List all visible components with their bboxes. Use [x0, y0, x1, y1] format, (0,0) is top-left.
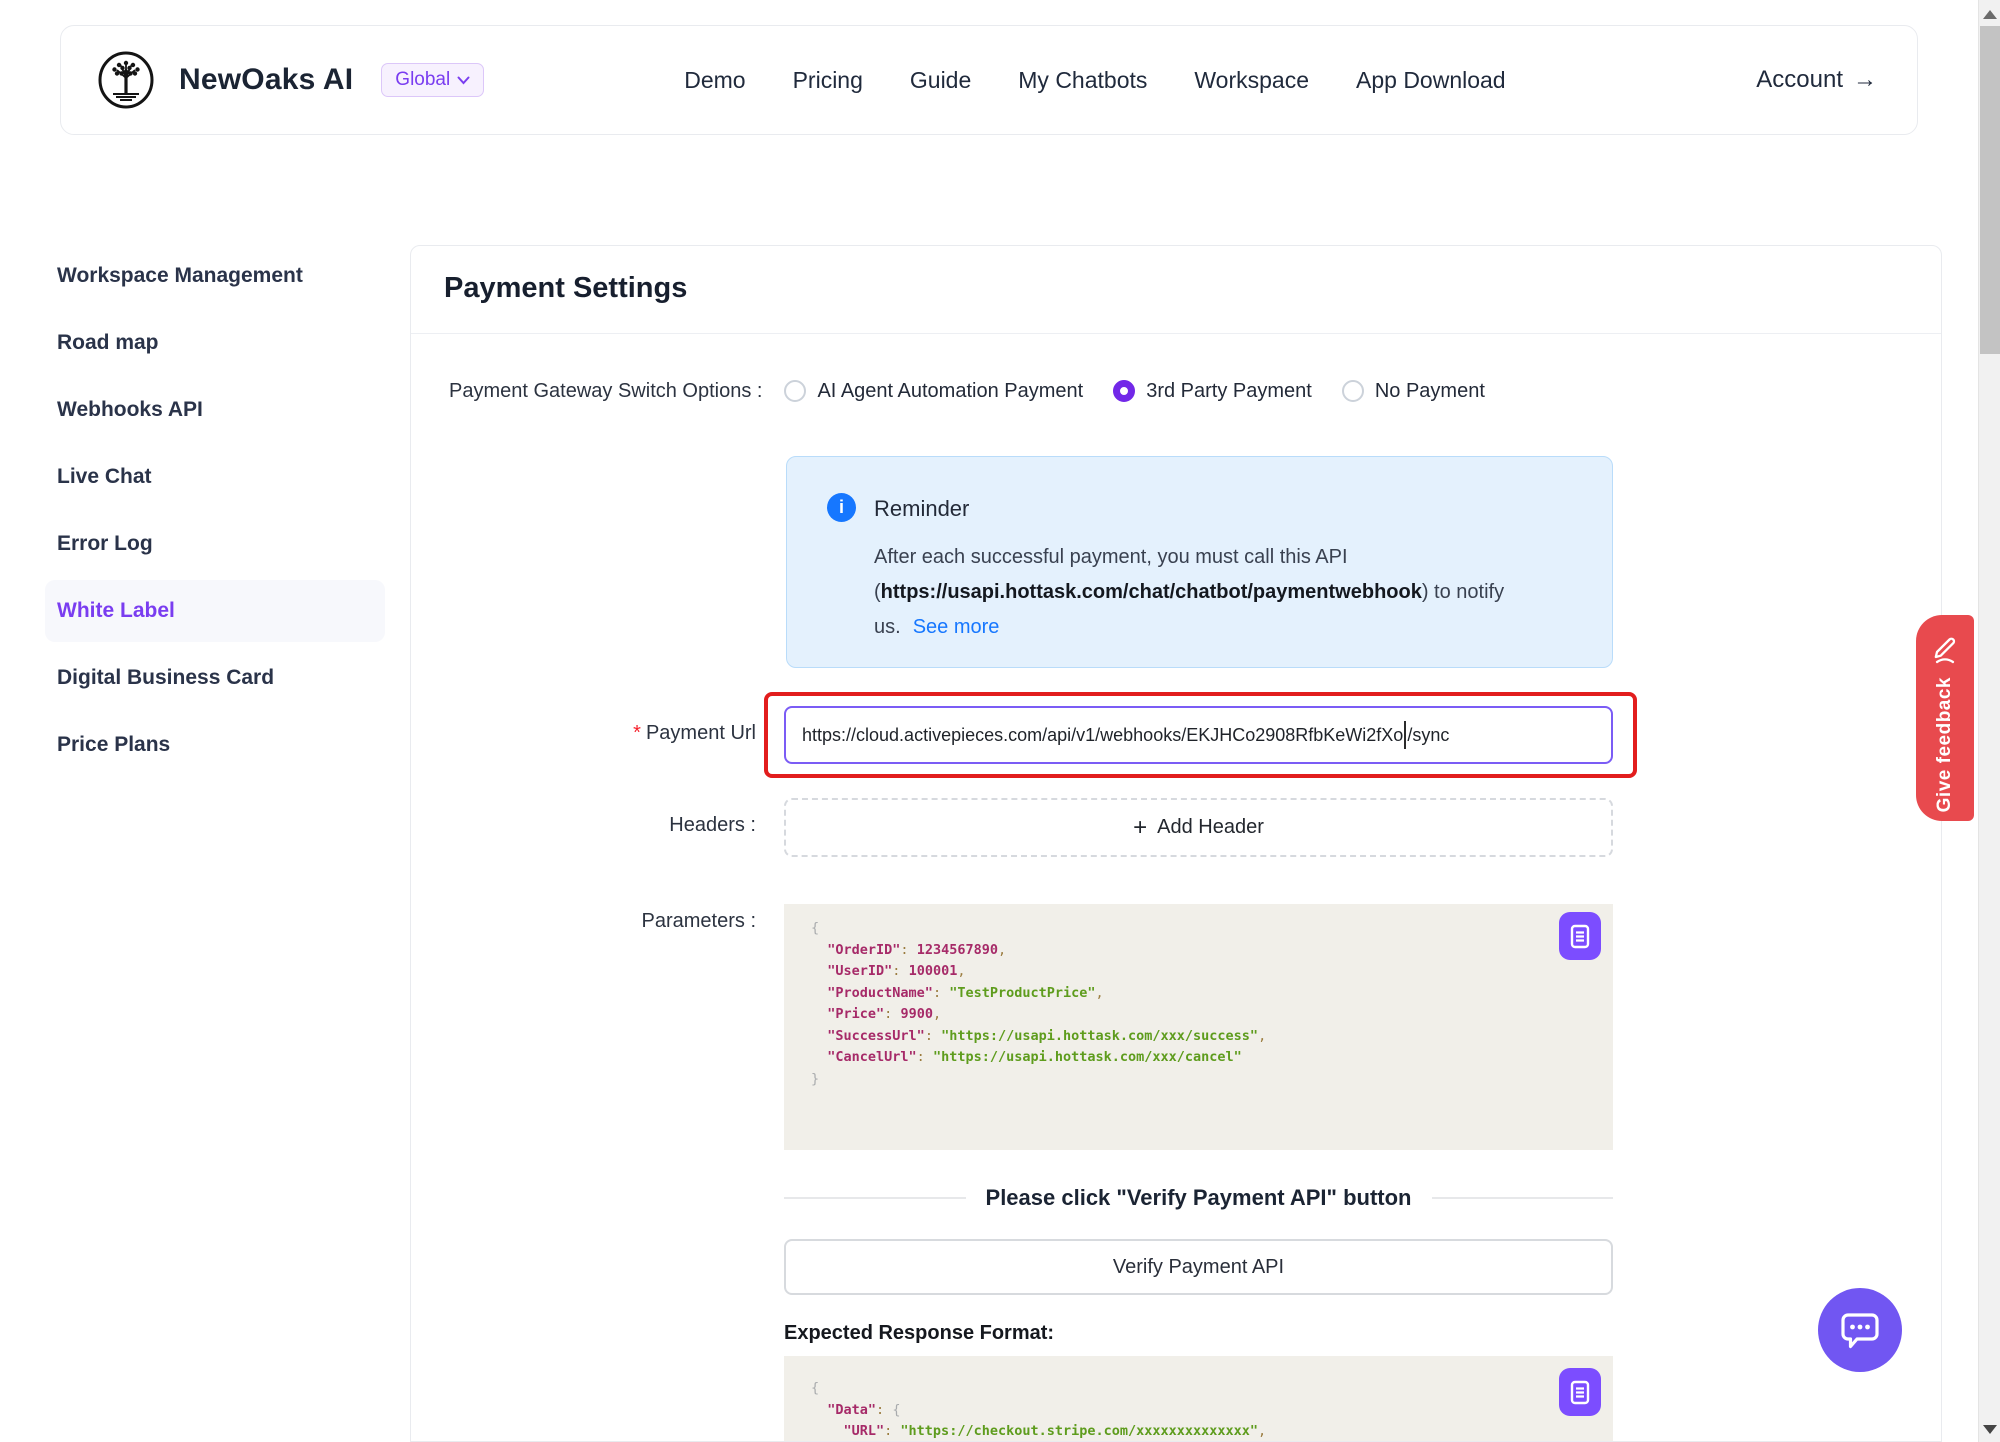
nav-pricing[interactable]: Pricing [793, 67, 863, 94]
verify-instruction: Please click "Verify Payment API" button [986, 1185, 1412, 1211]
brand-name: NewOaks AI [179, 63, 353, 97]
verify-instruction-divider: Please click "Verify Payment API" button [784, 1176, 1613, 1220]
chevron-down-icon [457, 76, 470, 85]
copy-button[interactable] [1559, 912, 1601, 960]
pencil-icon [1930, 631, 1960, 665]
expected-response-json: { "Data": { "URL": "https://checkout.str… [811, 1378, 1613, 1442]
headers-label: Headers : [411, 814, 756, 837]
nav-my-chatbots[interactable]: My Chatbots [1018, 67, 1147, 94]
parameters-json: { "OrderID": 1234567890, "UserID": 10000… [811, 918, 1613, 1090]
sidebar-item-digital-business-card[interactable]: Digital Business Card [45, 647, 385, 709]
payment-url-label: *Payment Url [411, 722, 756, 745]
sidebar-item-webhooks-api[interactable]: Webhooks API [45, 379, 385, 441]
payment-settings-panel: Payment Settings Payment Gateway Switch … [410, 245, 1942, 1442]
payment-url-value-after-cursor: /sync [1407, 725, 1449, 746]
sidebar-item-price-plans[interactable]: Price Plans [45, 714, 385, 776]
sidebar-item-white-label[interactable]: White Label [45, 580, 385, 642]
payment-url-input[interactable]: https://cloud.activepieces.com/api/v1/we… [784, 706, 1613, 764]
region-label: Global [395, 69, 450, 91]
required-asterisk: * [633, 722, 641, 744]
account-link[interactable]: Account → [1756, 66, 1877, 94]
reminder-body: After each successful payment, you must … [874, 540, 1564, 645]
reminder-line-2: (https://usapi.hottask.com/chat/chatbot/… [874, 575, 1564, 610]
add-header-button[interactable]: + Add Header [784, 798, 1613, 857]
reminder-line-1: After each successful payment, you must … [874, 540, 1564, 575]
scrollbar-thumb[interactable] [1980, 26, 2000, 354]
nav-demo[interactable]: Demo [684, 67, 745, 94]
radio-3rd-party-payment[interactable]: 3rd Party Payment [1113, 380, 1312, 403]
radio-circle-icon[interactable] [784, 380, 806, 402]
radio-no-payment[interactable]: No Payment [1342, 380, 1485, 403]
parameters-code-block: { "OrderID": 1234567890, "UserID": 10000… [784, 904, 1613, 1150]
copy-button[interactable] [1559, 1368, 1601, 1416]
expected-response-label: Expected Response Format: [784, 1322, 1054, 1345]
scrollbar-up-arrow[interactable] [1983, 10, 1997, 19]
radio-circle-icon[interactable] [1342, 380, 1364, 402]
nav-guide[interactable]: Guide [910, 67, 971, 94]
sidebar-item-error-log[interactable]: Error Log [45, 513, 385, 575]
sidebar-item-live-chat[interactable]: Live Chat [45, 446, 385, 508]
nav-workspace[interactable]: Workspace [1194, 67, 1309, 94]
gateway-options-label: Payment Gateway Switch Options : [449, 380, 762, 403]
nav-app-download[interactable]: App Download [1356, 67, 1506, 94]
info-icon: i [827, 493, 856, 522]
text-cursor [1404, 721, 1406, 749]
divider-line [784, 1197, 966, 1199]
arrow-right-icon: → [1853, 66, 1877, 94]
top-navigation-bar: NewOaks AI Global Demo Pricing Guide My … [60, 25, 1918, 135]
reminder-line-3: us.See more [874, 610, 1564, 645]
radio-ai-agent-automation-payment[interactable]: AI Agent Automation Payment [784, 380, 1083, 403]
chat-widget-button[interactable] [1818, 1288, 1902, 1372]
feedback-label: Give feedback [1934, 677, 1956, 812]
sidebar-item-road-map[interactable]: Road map [45, 312, 385, 374]
gateway-switch-row: Payment Gateway Switch Options : AI Agen… [449, 369, 1515, 413]
reminder-alert: i Reminder After each successful payment… [786, 456, 1613, 668]
plus-icon: + [1133, 816, 1147, 840]
region-selector[interactable]: Global [381, 63, 484, 97]
panel-header: Payment Settings [411, 246, 1941, 334]
sidebar-item-workspace-management[interactable]: Workspace Management [45, 245, 385, 307]
page-title: Payment Settings [411, 246, 1941, 305]
see-more-link[interactable]: See more [913, 616, 1000, 638]
payment-url-value-before-cursor: https://cloud.activepieces.com/api/v1/we… [802, 725, 1403, 746]
scrollbar-down-arrow[interactable] [1983, 1425, 1997, 1434]
reminder-title: Reminder [874, 496, 969, 522]
expected-response-code-block: { "Data": { "URL": "https://checkout.str… [784, 1356, 1613, 1442]
radio-selected-icon[interactable] [1113, 380, 1135, 402]
divider-line [1432, 1197, 1614, 1199]
page: NewOaks AI Global Demo Pricing Guide My … [0, 0, 2000, 1442]
chat-bubble-icon [1838, 1308, 1882, 1352]
parameters-label: Parameters : [411, 910, 756, 933]
webhook-api-url: https://usapi.hottask.com/chat/chatbot/p… [881, 581, 1422, 603]
main-nav: Demo Pricing Guide My Chatbots Workspace… [684, 67, 1505, 94]
settings-sidebar: Workspace Management Road map Webhooks A… [45, 245, 385, 781]
account-label: Account [1756, 66, 1843, 94]
verify-payment-api-button[interactable]: Verify Payment API [784, 1239, 1613, 1295]
give-feedback-button[interactable]: Give feedback [1916, 615, 1974, 821]
scrollbar[interactable] [1978, 0, 2000, 1442]
newoaks-logo-icon[interactable] [97, 51, 155, 109]
